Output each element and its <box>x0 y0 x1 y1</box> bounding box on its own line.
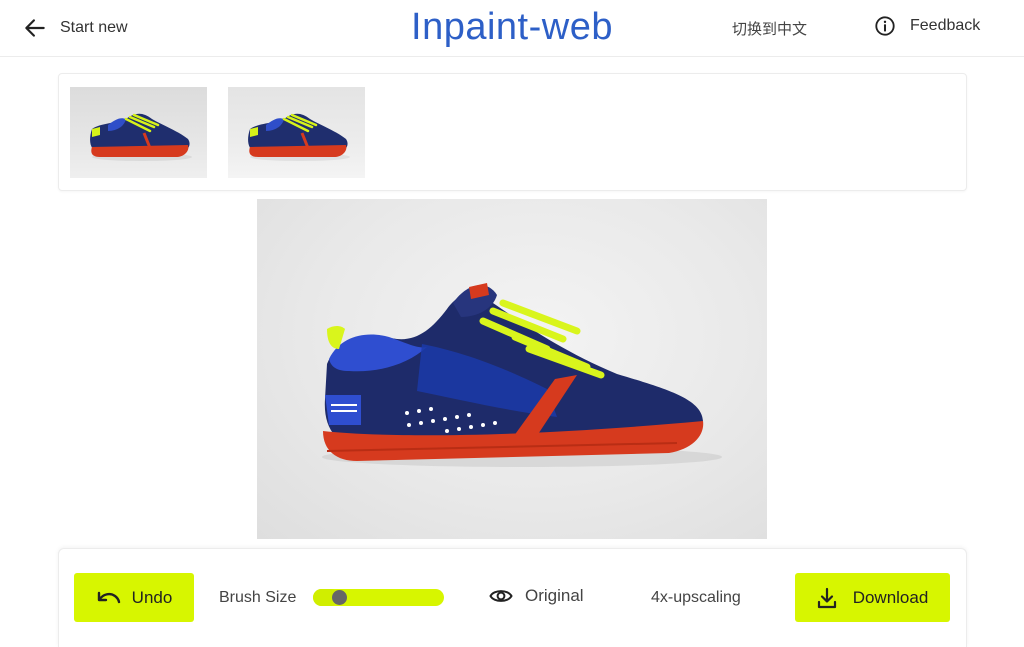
editor-toolbar: Undo Brush Size Original 4x-upscaling Do… <box>58 548 967 647</box>
language-switch-button[interactable]: 切换到中文 <box>732 18 807 39</box>
thumbnail-original[interactable] <box>70 87 207 178</box>
undo-button[interactable]: Undo <box>74 573 194 622</box>
brush-size-slider[interactable] <box>313 589 444 606</box>
feedback-button[interactable]: Feedback <box>874 15 980 37</box>
undo-label: Undo <box>131 587 173 607</box>
original-label: Original <box>525 586 584 605</box>
shoe-photo <box>322 283 722 467</box>
brush-size-slider-knob[interactable] <box>332 590 347 605</box>
editing-canvas[interactable] <box>257 199 767 539</box>
download-label: Download <box>852 587 929 607</box>
arrow-left-icon <box>25 19 45 37</box>
app-header: Start new Inpaint-web 切换到中文 Feedback <box>0 0 1024 57</box>
brush-size-label: Brush Size <box>219 589 297 606</box>
eye-icon <box>489 590 513 602</box>
shoe-thumbnail-image <box>90 113 192 161</box>
feedback-label: Feedback <box>910 17 981 34</box>
original-toggle-button[interactable]: Original <box>489 586 584 606</box>
app-title: Inpaint-web <box>411 6 613 48</box>
download-button[interactable]: Download <box>795 573 950 622</box>
history-thumbnails-panel <box>58 73 967 191</box>
download-icon <box>817 587 836 608</box>
info-icon <box>875 16 895 36</box>
upscale-button[interactable]: 4x-upscaling <box>651 589 741 607</box>
thumbnail-edited[interactable] <box>228 87 365 178</box>
undo-icon <box>97 591 120 603</box>
start-new-label: Start new <box>60 19 128 36</box>
start-new-button[interactable]: Start new <box>22 14 128 42</box>
shoe-thumbnail-image <box>248 113 350 161</box>
